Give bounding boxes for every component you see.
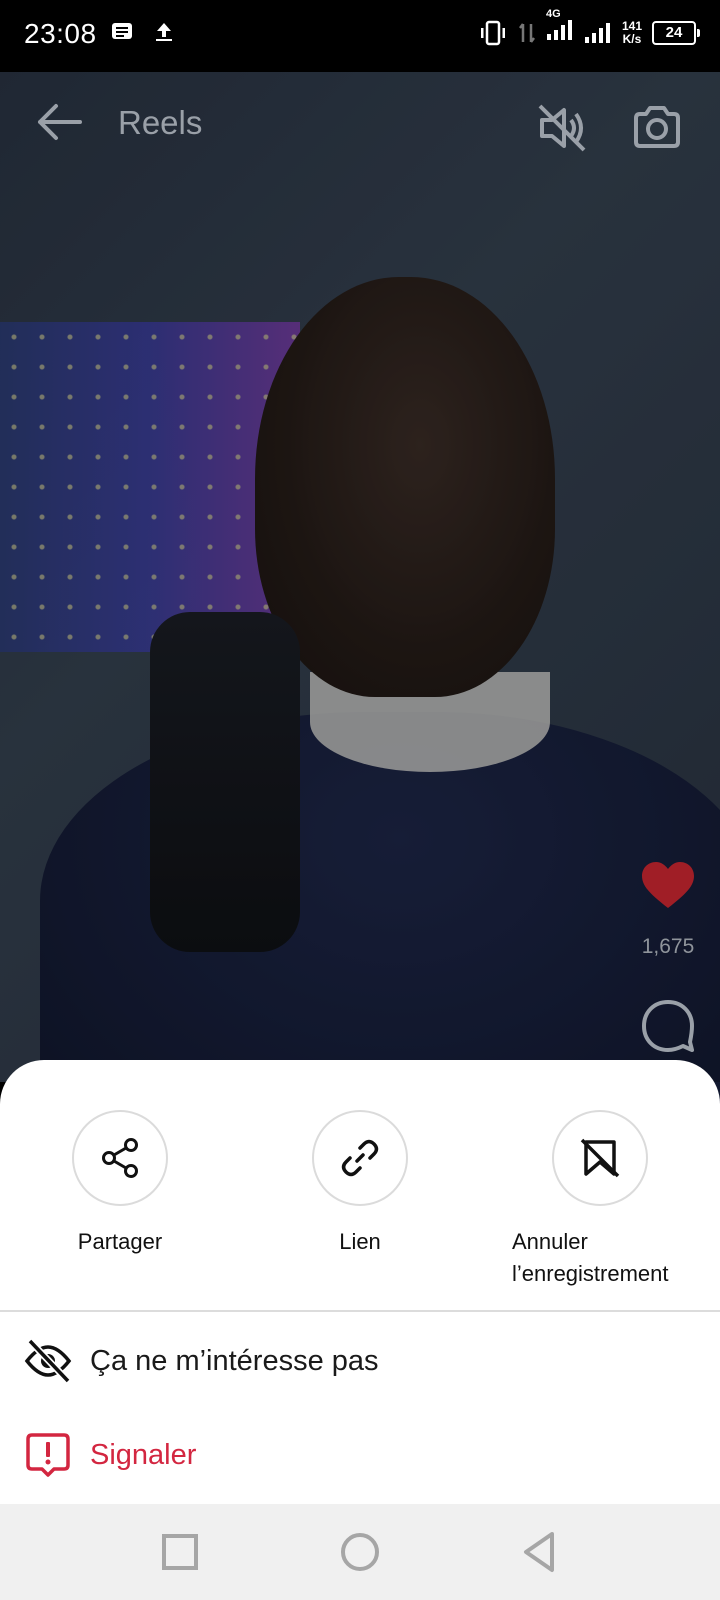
unsave-button[interactable]	[552, 1110, 648, 1206]
net-speed-value: 141	[621, 18, 642, 33]
like-count: 1,675	[641, 935, 695, 958]
signal-bars-2-icon	[584, 22, 610, 43]
share-button[interactable]	[72, 1110, 168, 1206]
vibrate-icon	[480, 20, 505, 45]
link-label: Lien	[339, 1229, 381, 1254]
share-label: Partager	[77, 1229, 163, 1254]
recent-apps-icon[interactable]	[154, 1526, 206, 1578]
screen: 23:08 4G 141 K/s 24 Reels 1,675 Partager…	[0, 0, 720, 1600]
net-speed-unit: K/s	[622, 31, 642, 46]
not-interested-item[interactable]: Ça ne m’intéresse pas	[0, 1316, 720, 1406]
page-title: Reels	[118, 104, 203, 141]
video-dim-overlay	[0, 72, 720, 1082]
options-sheet: Partager Lien Annuler l’enregistrement Ç…	[0, 1060, 720, 1504]
mute-icon[interactable]	[536, 102, 588, 154]
unsave-bookmark-icon	[580, 1138, 620, 1178]
actions-row: Partager Lien Annuler l’enregistrement	[0, 1110, 720, 1300]
reel-header: Reels	[0, 72, 720, 172]
data-arrows-icon	[518, 22, 535, 43]
unsave-action[interactable]: Annuler l’enregistrement	[490, 1110, 710, 1290]
signal-4g: 4G	[546, 8, 574, 47]
reel-video[interactable]	[0, 72, 720, 1132]
camera-icon[interactable]	[632, 102, 682, 152]
link-button[interactable]	[312, 1110, 408, 1206]
report-item[interactable]: Signaler	[0, 1410, 720, 1500]
report-label: Signaler	[90, 1438, 197, 1471]
back-arrow-icon[interactable]	[34, 100, 84, 144]
status-notification-icons	[110, 20, 176, 44]
message-notification-icon	[112, 23, 132, 39]
not-interested-label: Ça ne m’intéresse pas	[90, 1344, 379, 1377]
status-bar: 23:08 4G 141 K/s 24	[0, 0, 720, 72]
unsave-label: Annuler l’enregistrement	[512, 1229, 669, 1286]
share-icon	[102, 1138, 138, 1178]
upload-icon	[156, 23, 172, 41]
eye-off-icon	[24, 1338, 72, 1384]
back-icon[interactable]	[514, 1526, 566, 1578]
status-right: 4G 141 K/s 24	[478, 8, 700, 47]
share-action[interactable]: Partager	[10, 1110, 230, 1258]
signal-bars-icon	[546, 20, 572, 40]
net-speed: 141 K/s	[621, 18, 642, 46]
battery-icon: 24	[652, 20, 700, 45]
system-nav-bar	[0, 1504, 720, 1600]
network-type: 4G	[545, 8, 561, 20]
comment-icon[interactable]	[640, 998, 696, 1054]
heart-icon[interactable]	[640, 860, 696, 912]
battery-level: 24	[665, 24, 683, 41]
link-action[interactable]: Lien	[250, 1110, 470, 1258]
home-icon[interactable]	[334, 1526, 386, 1578]
sheet-divider	[0, 1310, 720, 1312]
status-time: 23:08	[24, 18, 97, 49]
link-icon	[341, 1139, 379, 1177]
report-icon	[26, 1433, 70, 1477]
